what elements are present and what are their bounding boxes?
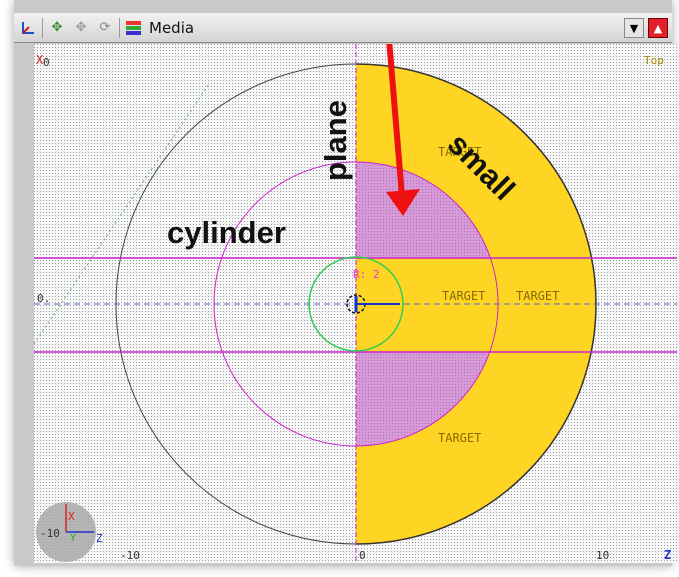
corner-axis-value: 0	[43, 56, 50, 69]
x-tick-label: 0	[359, 549, 366, 562]
geometry-viewport[interactable]: X 0 Top 0. R: 2 TARGET TARGET TARGET TAR…	[34, 44, 677, 563]
row-axis-value: 0.	[37, 292, 50, 305]
target-label: TARGET	[438, 431, 481, 445]
x-tick-label: 10	[596, 549, 609, 562]
gizmo-side-value: -10	[40, 527, 60, 540]
refresh-icon[interactable]: ⟳	[95, 18, 115, 38]
z-axis-label: Z	[664, 548, 671, 562]
media-dropdown-label[interactable]: Media	[149, 19, 194, 37]
radius-label: R: 2	[353, 268, 380, 281]
move-disabled-icon[interactable]: ✥	[71, 18, 91, 38]
close-icon[interactable]: ▲	[648, 18, 668, 38]
toolbar-separator	[119, 17, 120, 38]
gizmo-x-label: X	[68, 510, 75, 523]
dropdown-arrow-icon[interactable]: ▼	[624, 18, 644, 38]
cylinder-annotation: cylinder	[167, 215, 286, 250]
axis-icon[interactable]	[18, 18, 38, 38]
x-tick-label: -10	[120, 549, 140, 562]
target-label: TARGET	[442, 289, 485, 303]
plane-annotation: plane	[318, 100, 353, 181]
toolbar-separator	[42, 17, 43, 38]
layers-icon[interactable]	[124, 18, 144, 38]
gizmo-y-label: Y	[70, 533, 76, 544]
target-label: TARGET	[516, 289, 559, 303]
gizmo-z-label: Z	[96, 532, 103, 545]
view-name: Top	[644, 54, 664, 67]
toolbar: ✥ ✥ ⟳ Media ▼ ▲	[14, 13, 672, 43]
move-icon[interactable]: ✥	[47, 18, 67, 38]
